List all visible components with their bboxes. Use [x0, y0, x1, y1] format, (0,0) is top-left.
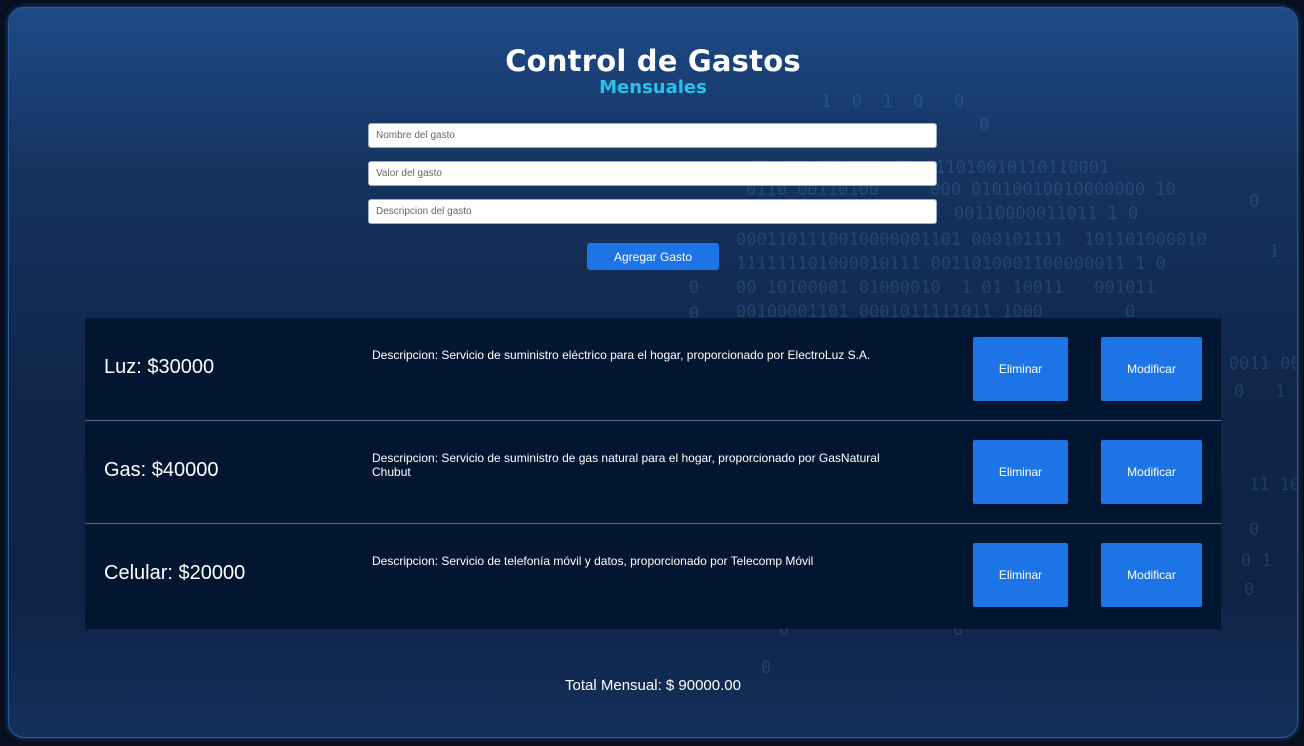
expense-row: Luz: $30000 Descripcion: Servicio de sum… — [85, 318, 1221, 421]
expense-value-input[interactable] — [368, 161, 937, 186]
expense-description-input[interactable] — [368, 199, 937, 224]
page-title: Control de Gastos — [505, 44, 801, 78]
add-expense-button[interactable]: Agregar Gasto — [587, 243, 719, 270]
expense-description: Descripcion: Servicio de suministro de g… — [372, 451, 880, 479]
edit-expense-button[interactable]: Modificar — [1101, 337, 1202, 401]
expense-name-input[interactable] — [368, 123, 937, 148]
edit-expense-button[interactable]: Modificar — [1101, 543, 1202, 607]
edit-expense-button[interactable]: Modificar — [1101, 440, 1202, 504]
expense-row: Gas: $40000 Descripcion: Servicio de sum… — [85, 421, 1221, 524]
expense-description: Descripcion: Servicio de suministro eléc… — [372, 348, 871, 362]
expense-list: Luz: $30000 Descripcion: Servicio de sum… — [85, 318, 1221, 629]
delete-expense-button[interactable]: Eliminar — [973, 337, 1068, 401]
page-subtitle: Mensuales — [599, 77, 707, 98]
app-frame: 1 0 1 0 0 0 11 0000111010 10 01101001011… — [8, 7, 1298, 738]
delete-expense-button[interactable]: Eliminar — [973, 440, 1068, 504]
expense-description: Descripcion: Servicio de telefonía móvil… — [372, 554, 814, 568]
monthly-total: Total Mensual: $ 90000.00 — [565, 677, 741, 694]
expense-title: Gas: $40000 — [104, 459, 219, 481]
expense-title: Celular: $20000 — [104, 562, 246, 584]
expense-row: Celular: $20000 Descripcion: Servicio de… — [85, 524, 1221, 629]
expense-title: Luz: $30000 — [104, 356, 215, 378]
delete-expense-button[interactable]: Eliminar — [973, 543, 1068, 607]
